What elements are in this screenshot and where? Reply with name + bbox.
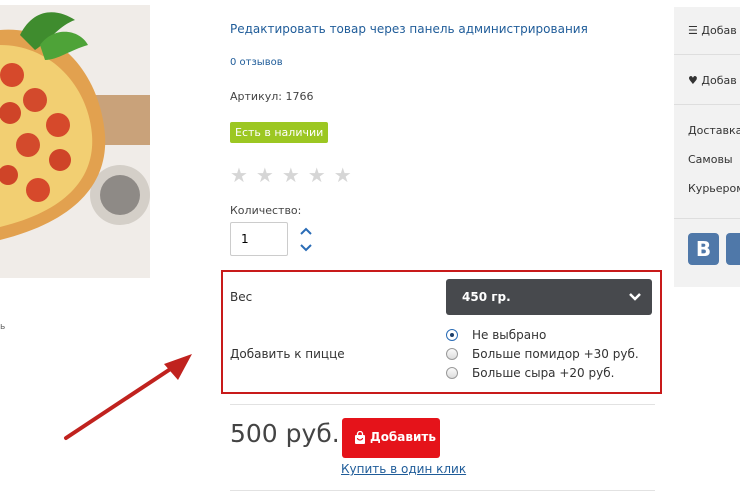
product-price: 500 руб. [230,419,340,448]
heart-icon: ♥ [688,74,698,87]
product-sku: Артикул: 1766 [230,90,314,103]
weight-label: Вес [230,290,253,304]
delivery-pickup: Самовы [688,153,733,166]
product-image[interactable] [0,5,150,278]
wishlist-label: Добав [701,74,737,87]
radio-checked[interactable] [446,329,458,341]
delivery-courier: Курьером [688,182,740,195]
rating-stars[interactable]: ★★★★★ [230,163,360,187]
add-to-cart-button[interactable]: Добавить [342,418,440,458]
chevron-up-icon[interactable] [300,226,312,236]
vk-icon[interactable]: В [688,233,719,265]
right-sidebar: ☰ Добав ♥ Добав Доставка Самовы Курьером… [674,7,740,287]
addon-option-label: Больше сыра +20 руб. [472,366,615,380]
share-icon[interactable] [726,233,740,265]
compare-button[interactable]: ☰ Добав [688,24,737,37]
quantity-input[interactable] [230,222,288,256]
chevron-down-icon[interactable] [300,243,312,253]
clipped-text: ь [0,322,6,332]
sidebar-divider [674,54,740,55]
sidebar-divider [674,104,740,105]
weight-select-value: 450 гр. [462,290,511,304]
pizza-illustration [0,5,150,278]
add-to-cart-label: Добавить [370,430,436,444]
chevron-down-icon [629,293,641,301]
compare-label: Добав [701,24,737,37]
reviews-link[interactable]: 0 отзывов [230,57,283,68]
wishlist-button[interactable]: ♥ Добав [688,74,737,87]
addon-option-label: Больше помидор +30 руб. [472,347,639,361]
arrow-annotation [64,354,192,440]
delivery-title: Доставка [688,124,740,137]
admin-edit-link[interactable]: Редактировать товар через панель админис… [230,22,588,36]
bag-icon [355,431,365,444]
buy-one-click-link[interactable]: Купить в один клик [341,462,466,476]
stock-badge: Есть в наличии [230,122,329,143]
divider [230,404,655,405]
quantity-label: Количество: [230,204,302,217]
divider [230,490,655,491]
sidebar-divider [674,218,740,219]
radio-unchecked[interactable] [446,367,458,379]
weight-select[interactable]: 450 гр. [446,279,652,315]
radio-unchecked[interactable] [446,348,458,360]
addon-label: Добавить к пицце [230,347,345,361]
bars-icon: ☰ [688,24,698,37]
addon-option-label: Не выбрано [472,328,547,342]
